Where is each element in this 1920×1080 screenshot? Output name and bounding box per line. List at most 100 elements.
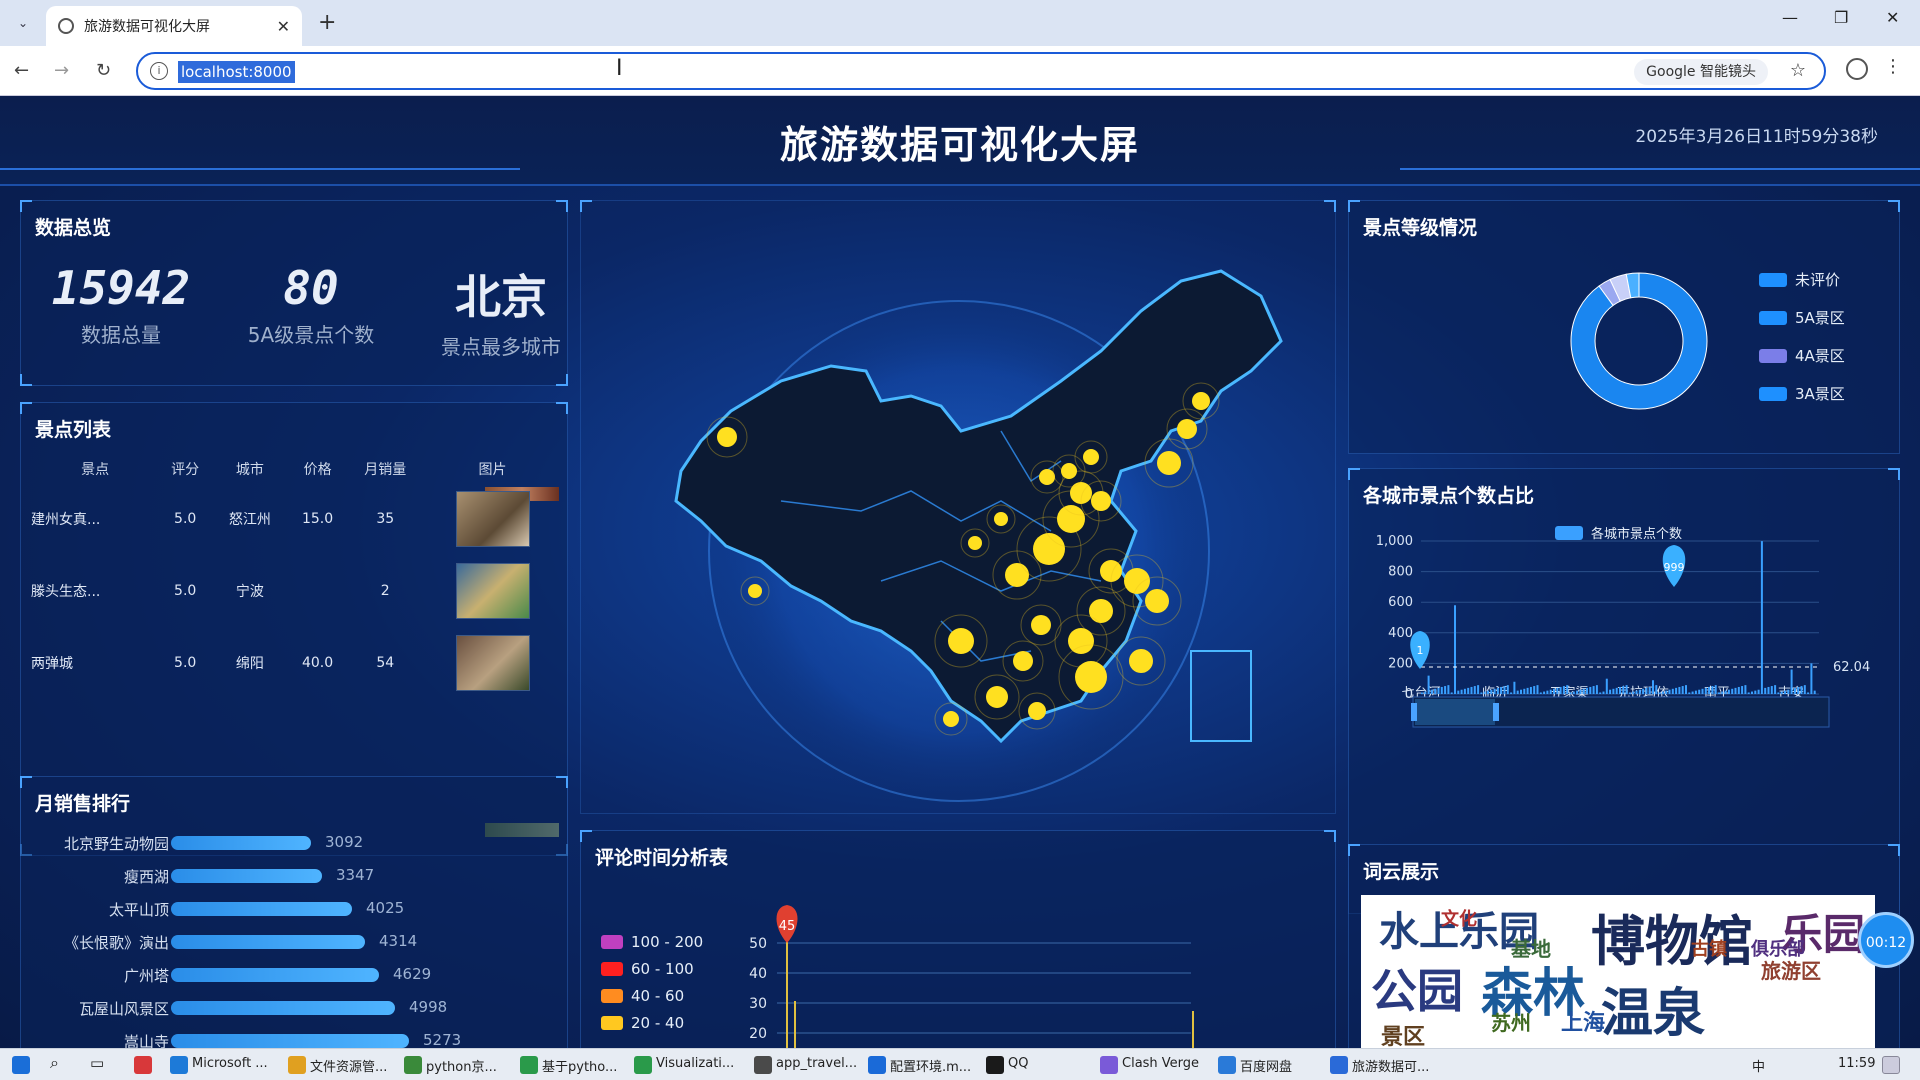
windows-start-icon[interactable]	[12, 1056, 30, 1074]
taskbar-app[interactable]: 旅游数据可...	[1352, 1056, 1429, 1075]
city-bar[interactable]	[1635, 690, 1638, 694]
city-bar[interactable]	[1770, 686, 1773, 694]
city-bar[interactable]	[1579, 689, 1582, 694]
hotspot-dot[interactable]	[986, 686, 1008, 708]
google-lens-button[interactable]: Google 智能镜头	[1634, 59, 1768, 85]
city-bar[interactable]	[1790, 669, 1793, 694]
city-bar[interactable]	[1470, 686, 1473, 694]
city-bar[interactable]	[1625, 685, 1628, 694]
city-bar[interactable]	[1780, 691, 1783, 694]
hotspot-dot[interactable]	[994, 512, 1008, 526]
hotspot-dot[interactable]	[943, 711, 959, 727]
url-text[interactable]: localhost:8000	[178, 61, 295, 83]
city-bar[interactable]	[1714, 685, 1717, 694]
site-info-icon[interactable]: i	[150, 62, 168, 80]
hotspot-dot[interactable]	[1177, 419, 1197, 439]
city-bar[interactable]	[1619, 686, 1621, 694]
hotspot-dot[interactable]	[1083, 449, 1099, 465]
city-bar[interactable]	[1797, 686, 1800, 694]
city-bar[interactable]	[1510, 692, 1513, 694]
city-bar[interactable]	[1675, 687, 1678, 694]
taskbar-app[interactable]: python京...	[426, 1056, 497, 1075]
hotspot-dot[interactable]	[1075, 661, 1107, 693]
city-bar[interactable]	[1559, 686, 1562, 694]
city-bar[interactable]	[1539, 692, 1542, 694]
city-bar[interactable]	[1595, 685, 1598, 694]
browser-tab-active[interactable]: 旅游数据可视化大屏 ✕	[46, 6, 302, 46]
hotspot-dot[interactable]	[1031, 615, 1051, 635]
city-bar[interactable]	[1655, 685, 1658, 694]
city-bar[interactable]	[1671, 688, 1674, 694]
taskbar-app[interactable]: Visualizati...	[656, 1056, 734, 1071]
hotspot-dot[interactable]	[1005, 563, 1029, 587]
minimize-icon[interactable]: —	[1782, 8, 1798, 27]
city-bar[interactable]	[1516, 690, 1519, 694]
city-bar[interactable]	[1496, 687, 1499, 694]
city-bar[interactable]	[1467, 687, 1470, 694]
bookmark-star-icon[interactable]: ☆	[1790, 60, 1806, 81]
city-bar[interactable]	[1708, 686, 1711, 694]
city-bar[interactable]	[1678, 686, 1681, 694]
table-row[interactable]: 建州女真... 5.0 怒江州 15.0 35	[31, 483, 561, 555]
window-close-icon[interactable]: ✕	[1886, 8, 1899, 27]
table-row[interactable]: 两弹城 5.0 绵阳 40.0 54	[31, 627, 561, 699]
city-bar[interactable]	[1490, 689, 1493, 694]
city-bar[interactable]	[1477, 685, 1480, 694]
city-bar[interactable]	[1450, 692, 1453, 694]
city-bar[interactable]	[1665, 690, 1668, 694]
task-view-icon[interactable]: ▭	[90, 1054, 104, 1072]
city-bar[interactable]	[1572, 691, 1575, 694]
city-bar[interactable]	[1701, 688, 1704, 694]
city-bar[interactable]	[1546, 690, 1549, 694]
forward-icon[interactable]: →	[54, 60, 69, 81]
city-bar[interactable]	[1612, 688, 1615, 694]
hotspot-dot[interactable]	[1091, 491, 1111, 511]
city-bar[interactable]	[1777, 692, 1780, 694]
city-bar[interactable]	[1784, 690, 1786, 694]
city-bar[interactable]	[1741, 686, 1744, 694]
notification-icon[interactable]	[1882, 1056, 1900, 1074]
city-bar[interactable]	[1457, 690, 1460, 694]
city-bar[interactable]	[1434, 688, 1437, 694]
city-bar[interactable]	[1648, 686, 1651, 694]
city-bar[interactable]	[1500, 686, 1503, 694]
city-bar[interactable]	[1793, 687, 1796, 694]
city-bar[interactable]	[1569, 692, 1572, 694]
taskbar-app[interactable]: Microsoft ...	[192, 1056, 268, 1071]
city-bar[interactable]	[1698, 689, 1701, 694]
city-bar[interactable]	[1694, 690, 1697, 694]
city-bar[interactable]	[1658, 692, 1661, 694]
city-bar[interactable]	[1437, 687, 1440, 694]
city-bar[interactable]	[1807, 692, 1810, 694]
taskbar-clock[interactable]: 11:59	[1838, 1056, 1875, 1071]
city-bar[interactable]	[1754, 690, 1757, 694]
city-bar[interactable]	[1553, 688, 1555, 694]
city-bar[interactable]	[1513, 681, 1516, 694]
recording-timer[interactable]: 00:12	[1858, 912, 1914, 968]
city-bar[interactable]	[1602, 691, 1605, 694]
hotspot-dot[interactable]	[1157, 451, 1181, 475]
browser-menu-icon[interactable]: ⋮	[1884, 56, 1902, 77]
taskbar-app[interactable]: 文件资源管...	[310, 1056, 387, 1075]
city-bar[interactable]	[1447, 685, 1450, 694]
city-bar[interactable]	[1506, 685, 1509, 694]
city-bar[interactable]	[1774, 685, 1777, 694]
city-bar[interactable]	[1536, 685, 1539, 694]
reload-icon[interactable]: ↻	[96, 60, 111, 81]
city-bar[interactable]	[1668, 689, 1671, 694]
city-bar[interactable]	[1751, 691, 1753, 694]
city-bar[interactable]	[1622, 686, 1625, 694]
city-bar[interactable]	[1589, 686, 1592, 694]
table-row[interactable]: 滕头生态... 5.0 宁波 2	[31, 555, 561, 627]
city-bar[interactable]	[1685, 685, 1687, 694]
datazoom-handle-left[interactable]	[1411, 703, 1417, 721]
city-bar[interactable]	[1813, 690, 1816, 694]
hotspot-dot[interactable]	[1013, 651, 1033, 671]
city-bar[interactable]	[1562, 686, 1565, 694]
city-bar[interactable]	[1609, 689, 1612, 694]
hotspot-dot[interactable]	[1028, 702, 1046, 720]
ime-indicator[interactable]: 中	[1752, 1056, 1765, 1075]
city-bar[interactable]	[1721, 691, 1724, 694]
profile-icon[interactable]	[1846, 58, 1868, 80]
taskbar-app[interactable]: 配置环境.m...	[890, 1056, 971, 1075]
